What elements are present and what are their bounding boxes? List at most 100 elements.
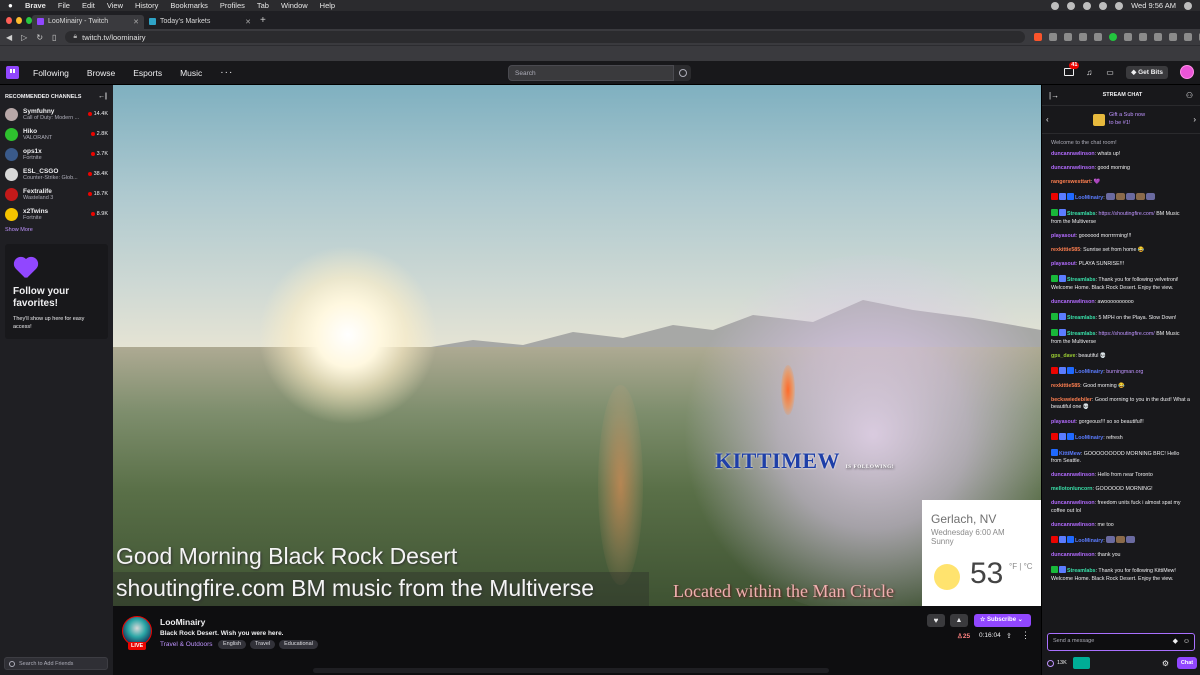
share-icon[interactable]: ⇪ (1006, 632, 1012, 640)
menu-tab[interactable]: Tab (257, 1, 269, 10)
chat-badge-icon[interactable] (1067, 193, 1074, 201)
tag-english[interactable]: English (218, 640, 247, 649)
chat-badge-icon[interactable] (1051, 536, 1058, 544)
menu-history[interactable]: History (135, 1, 158, 10)
chat-username[interactable]: playasout (1051, 233, 1076, 239)
new-tab-icon[interactable]: + (260, 15, 266, 26)
profile-icon[interactable] (1184, 33, 1193, 41)
puzzle-icon[interactable] (1169, 33, 1178, 41)
chat-username[interactable]: duncanrawlinson (1051, 552, 1095, 558)
whispers-icon[interactable]: ▭ (1106, 68, 1114, 77)
chat-link[interactable]: burningman.org (1106, 369, 1143, 375)
back-icon[interactable]: ◀ (6, 33, 12, 42)
chat-username[interactable]: LooMinairy (1075, 195, 1103, 201)
menu-view[interactable]: View (107, 1, 123, 10)
notifications-button[interactable]: ▲ (950, 614, 968, 627)
sidebar-channel-ops1x[interactable]: ops1x Fortnite 3.7K (0, 144, 113, 164)
chat-badge-icon[interactable] (1051, 193, 1058, 201)
status-icon[interactable] (1083, 1, 1092, 10)
chat-username[interactable]: duncanrawlinson (1051, 522, 1095, 528)
more-icon[interactable]: ··· (220, 67, 233, 78)
chat-username[interactable]: gps_dave (1051, 353, 1075, 359)
chat-username[interactable]: Streamlabs (1067, 568, 1096, 574)
chat-username[interactable]: mellotonluncorn (1051, 486, 1093, 492)
chat-username[interactable]: rexkittie585 (1051, 383, 1080, 389)
chat-badge-icon[interactable] (1059, 366, 1066, 374)
chat-badge-icon[interactable] (1059, 312, 1066, 320)
more-options-icon[interactable]: ⋮ (1021, 630, 1030, 641)
nav-music[interactable]: Music (180, 68, 202, 78)
chat-username[interactable]: Streamlabs (1067, 277, 1096, 283)
menu-bookmarks[interactable]: Bookmarks (170, 1, 208, 10)
add-friends-input[interactable]: Search to Add Friends (4, 657, 108, 670)
sidebar-channel-symfuhny[interactable]: Symfuhny Call of Duty: Modern ... 14.4K (0, 104, 113, 124)
menu-profiles[interactable]: Profiles (220, 1, 245, 10)
tab-markets[interactable]: Today's Markets ✕ (144, 15, 256, 29)
gift-sub-promo[interactable]: Gift a Sub now to be #1! (1093, 112, 1149, 127)
extension-icon[interactable] (1094, 33, 1103, 41)
show-more-link[interactable]: Show More (0, 224, 113, 236)
chat-badge-icon[interactable] (1059, 275, 1066, 283)
tab-close-icon[interactable]: ✕ (133, 18, 139, 26)
subscribe-button[interactable]: ☆ Subscribe ⌄ (974, 614, 1031, 627)
collapse-chat-icon[interactable]: |→ (1049, 91, 1059, 100)
emote-icon[interactable] (1116, 536, 1126, 544)
gear-icon[interactable]: ⚙ (1162, 659, 1169, 668)
chat-badge-icon[interactable] (1067, 366, 1074, 374)
chat-username[interactable]: LooMinairy (1075, 435, 1103, 441)
menu-clock[interactable]: Wed 9:56 AM (1131, 1, 1176, 10)
chat-username[interactable]: LooMinairy (1075, 538, 1103, 544)
menu-brave[interactable]: Brave (25, 1, 46, 10)
extension-icon[interactable] (1109, 33, 1118, 41)
sidebar-channel-esl_csgo[interactable]: ESL_CSGO Counter-Strike: Glob... 38.4K (0, 164, 113, 184)
extension-icon[interactable] (1064, 33, 1073, 41)
chat-username[interactable]: LooMinairy (1075, 369, 1103, 375)
chat-username[interactable]: beckswiedebiler (1051, 397, 1092, 403)
get-bits-button[interactable]: ◆ Get Bits (1126, 65, 1168, 79)
chat-username[interactable]: Streamlabs (1067, 331, 1096, 337)
twitch-logo-icon[interactable] (6, 66, 19, 79)
emote-icon[interactable]: ☺ (1183, 634, 1190, 649)
chat-badge-icon[interactable] (1059, 432, 1066, 440)
stream-category[interactable]: Travel & Outdoors (160, 641, 213, 648)
inbox-icon[interactable]: 41 (1064, 62, 1080, 76)
video-player[interactable]: KITTIMEW IS FOLLOWING! Good Morning Blac… (113, 85, 1041, 606)
chat-badge-icon[interactable] (1051, 275, 1058, 283)
chat-badge-icon[interactable] (1051, 209, 1058, 217)
nav-esports[interactable]: Esports (133, 68, 162, 78)
user-avatar[interactable] (1180, 65, 1194, 79)
chat-badge-icon[interactable] (1051, 566, 1058, 574)
tab-twitch[interactable]: LooMinairy - Twitch ✕ (32, 14, 144, 29)
chat-username[interactable]: KittiMew (1059, 451, 1081, 457)
chevron-right-icon[interactable]: › (1193, 115, 1196, 124)
tag-educational[interactable]: Educational (279, 640, 318, 649)
spotlight-icon[interactable] (1184, 1, 1192, 10)
chat-badge-icon[interactable] (1051, 312, 1058, 320)
emote-icon[interactable] (1106, 536, 1116, 544)
status-icon[interactable] (1067, 1, 1076, 10)
chat-badge-icon[interactable] (1059, 209, 1066, 217)
minimize-window-button[interactable] (16, 16, 22, 24)
chat-badge-icon[interactable] (1067, 536, 1074, 544)
tag-travel[interactable]: Travel (250, 640, 276, 649)
chat-badge-icon[interactable] (1059, 193, 1066, 201)
close-window-button[interactable] (6, 16, 12, 24)
channel-points[interactable]: 13K (1047, 659, 1067, 667)
chat-username[interactable]: duncanrawlinson (1051, 151, 1095, 157)
tab-close-icon[interactable]: ✕ (245, 18, 251, 26)
chat-username[interactable]: rexkittie585 (1051, 247, 1080, 253)
url-field[interactable]: 🔒︎ twitch.tv/loominairy (65, 31, 1026, 43)
streamer-name[interactable]: LooMinairy (160, 617, 205, 627)
collapse-sidebar-icon[interactable]: ←| (98, 93, 107, 100)
chat-username[interactable]: duncanrawlinson (1051, 165, 1095, 171)
chat-username[interactable]: Streamlabs (1067, 211, 1096, 217)
bell-icon[interactable]: ♫︎ (1086, 68, 1094, 77)
chat-username[interactable]: playasout (1051, 419, 1076, 425)
follow-heart-button[interactable]: ♥ (927, 614, 945, 627)
emote-icon[interactable] (1126, 536, 1136, 544)
sidebar-channel-fextralife[interactable]: Fextralife Wasteland 3 18.7K (0, 184, 113, 204)
chat-username[interactable]: rangerswesttart (1051, 179, 1091, 185)
chat-badge-icon[interactable] (1059, 536, 1066, 544)
chat-badge-icon[interactable] (1059, 566, 1066, 574)
chat-username[interactable]: duncanrawlinson (1051, 472, 1095, 478)
